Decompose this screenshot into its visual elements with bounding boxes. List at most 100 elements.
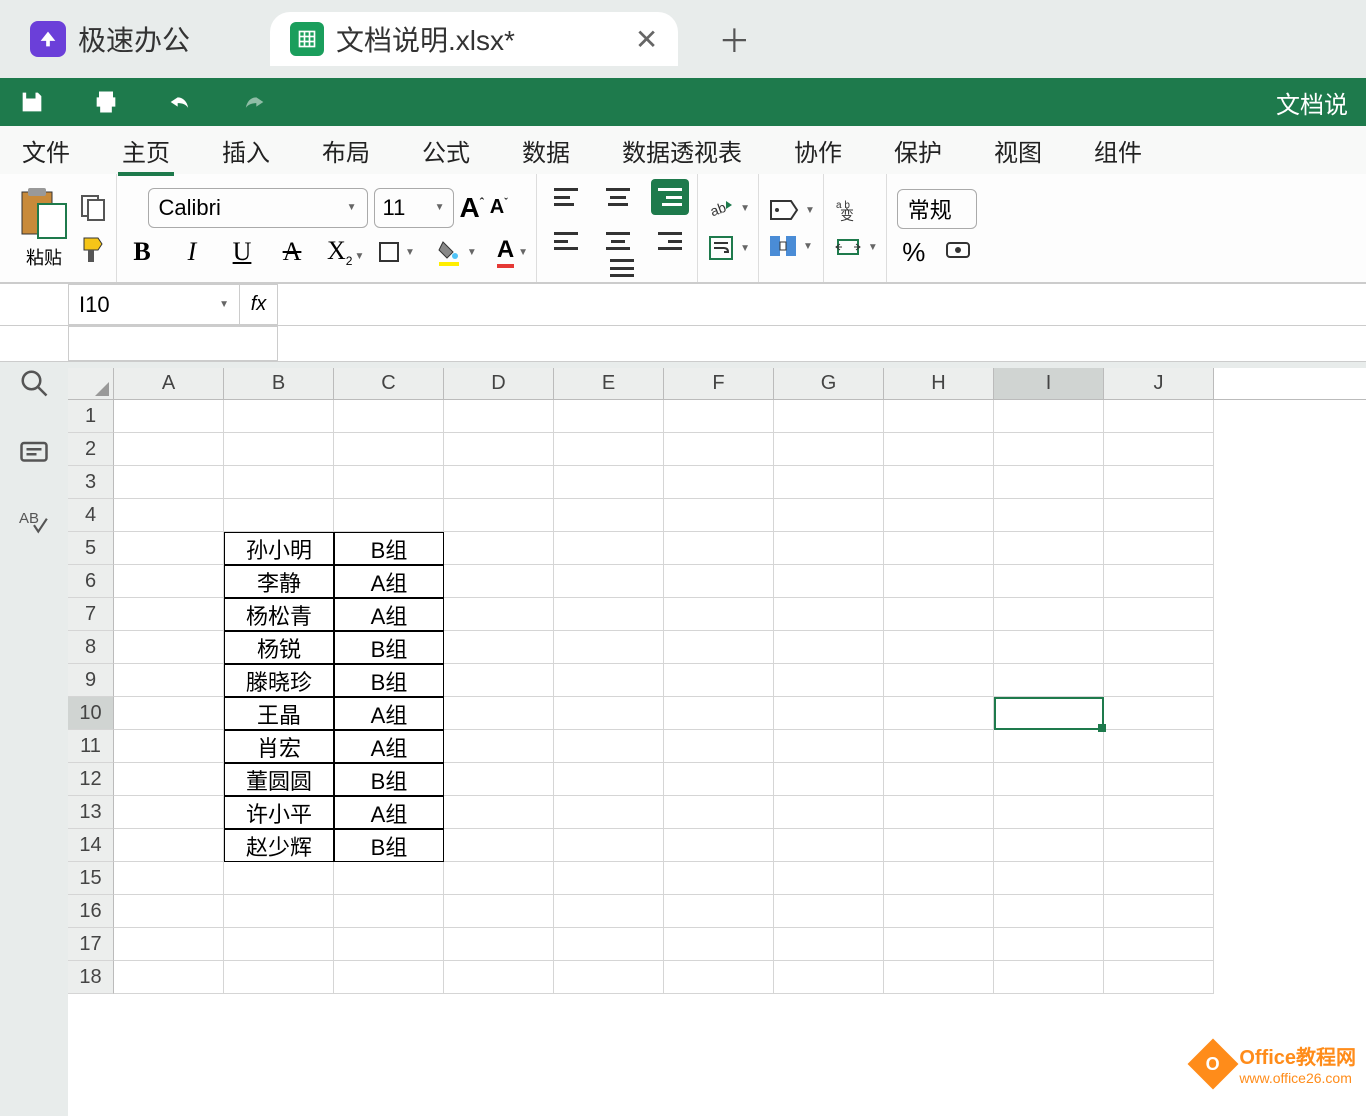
cell[interactable]: [994, 862, 1104, 895]
cell[interactable]: [664, 499, 774, 532]
row-header-8[interactable]: 8: [68, 631, 114, 664]
border-button[interactable]: ▼: [377, 240, 415, 264]
cell[interactable]: [444, 433, 554, 466]
currency-button[interactable]: [945, 239, 971, 266]
cell[interactable]: [994, 433, 1104, 466]
cell[interactable]: [664, 631, 774, 664]
cell[interactable]: [334, 862, 444, 895]
cell[interactable]: [774, 862, 884, 895]
cell[interactable]: [554, 796, 664, 829]
cell[interactable]: [444, 664, 554, 697]
cell[interactable]: [884, 598, 994, 631]
cell[interactable]: [224, 400, 334, 433]
menu-insert[interactable]: 插入: [218, 125, 274, 176]
cell[interactable]: [444, 763, 554, 796]
decrease-font-icon[interactable]: Aˇ: [490, 196, 508, 219]
spellcheck-icon[interactable]: AB: [19, 508, 49, 538]
select-all-corner[interactable]: [68, 368, 114, 399]
cell[interactable]: [1104, 433, 1214, 466]
name-box[interactable]: I10▼: [68, 284, 240, 325]
cell[interactable]: [224, 466, 334, 499]
cell[interactable]: [664, 862, 774, 895]
menu-pivot[interactable]: 数据透视表: [618, 125, 746, 176]
cell[interactable]: [1104, 961, 1214, 994]
new-tab-button[interactable]: ＋: [718, 16, 750, 62]
cell[interactable]: [554, 730, 664, 763]
bold-button[interactable]: B: [127, 237, 157, 267]
cell[interactable]: [444, 400, 554, 433]
cell[interactable]: [994, 664, 1104, 697]
cell[interactable]: [774, 961, 884, 994]
cell[interactable]: [224, 895, 334, 928]
cell[interactable]: [444, 862, 554, 895]
spreadsheet-grid[interactable]: A B C D E F G H I J 12345678910111213141…: [68, 368, 1366, 1116]
cell[interactable]: [884, 532, 994, 565]
row-header-11[interactable]: 11: [68, 730, 114, 763]
cell[interactable]: [444, 730, 554, 763]
cell[interactable]: [664, 598, 774, 631]
col-header-B[interactable]: B: [224, 368, 334, 399]
number-format-select[interactable]: 常规: [897, 189, 977, 229]
row-header-10[interactable]: 10: [68, 697, 114, 730]
formula-input[interactable]: [68, 326, 278, 361]
cell[interactable]: 杨松青: [224, 598, 334, 631]
tag-button[interactable]: ▼: [769, 199, 815, 221]
cell[interactable]: [444, 466, 554, 499]
cell[interactable]: [444, 928, 554, 961]
row-header-17[interactable]: 17: [68, 928, 114, 961]
align-top-right[interactable]: [651, 179, 689, 215]
cell[interactable]: [1104, 796, 1214, 829]
cell[interactable]: [334, 466, 444, 499]
col-header-H[interactable]: H: [884, 368, 994, 399]
cell[interactable]: A组: [334, 730, 444, 763]
cell[interactable]: [114, 895, 224, 928]
cell[interactable]: A组: [334, 796, 444, 829]
cell[interactable]: [994, 598, 1104, 631]
orientation-button[interactable]: ab▼: [708, 195, 750, 221]
cell[interactable]: [224, 433, 334, 466]
cell[interactable]: 滕晓珍: [224, 664, 334, 697]
cell[interactable]: [114, 928, 224, 961]
cell[interactable]: [664, 796, 774, 829]
row-header-7[interactable]: 7: [68, 598, 114, 631]
cell[interactable]: [114, 829, 224, 862]
cell[interactable]: [774, 829, 884, 862]
menu-formula[interactable]: 公式: [418, 125, 474, 176]
cell[interactable]: A组: [334, 598, 444, 631]
cell[interactable]: [114, 400, 224, 433]
cell[interactable]: [1104, 499, 1214, 532]
row-header-1[interactable]: 1: [68, 400, 114, 433]
cell[interactable]: [664, 466, 774, 499]
cell[interactable]: [1104, 631, 1214, 664]
cell[interactable]: [114, 598, 224, 631]
cell[interactable]: [114, 796, 224, 829]
copy-icon[interactable]: [78, 192, 108, 222]
cell[interactable]: [994, 499, 1104, 532]
cell[interactable]: [884, 664, 994, 697]
cell[interactable]: [444, 961, 554, 994]
row-header-3[interactable]: 3: [68, 466, 114, 499]
redo-icon[interactable]: [240, 88, 268, 116]
cell[interactable]: A组: [334, 565, 444, 598]
cell[interactable]: [224, 862, 334, 895]
wrap-text-button[interactable]: ▼: [708, 235, 750, 261]
cell[interactable]: [884, 730, 994, 763]
align-top-left[interactable]: [547, 179, 585, 215]
cell[interactable]: [664, 532, 774, 565]
cell[interactable]: [1104, 598, 1214, 631]
print-icon[interactable]: [92, 88, 120, 116]
cell[interactable]: [774, 466, 884, 499]
cell[interactable]: [994, 631, 1104, 664]
underline-button[interactable]: U: [227, 237, 257, 267]
row-header-13[interactable]: 13: [68, 796, 114, 829]
menu-collab[interactable]: 协作: [790, 125, 846, 176]
cell[interactable]: [994, 763, 1104, 796]
cell[interactable]: [994, 697, 1104, 730]
app-tab[interactable]: 极速办公: [10, 12, 210, 66]
cell[interactable]: [664, 400, 774, 433]
cell[interactable]: [334, 400, 444, 433]
row-header-6[interactable]: 6: [68, 565, 114, 598]
cell[interactable]: [334, 433, 444, 466]
row-header-15[interactable]: 15: [68, 862, 114, 895]
align-left[interactable]: [547, 223, 585, 259]
